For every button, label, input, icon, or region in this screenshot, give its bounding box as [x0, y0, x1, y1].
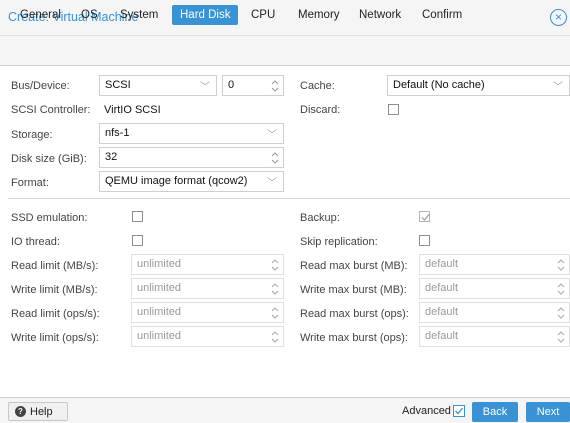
section-divider [8, 198, 570, 199]
scsi-controller-value: VirtIO SCSI [104, 104, 161, 116]
write-burst-ops-placeholder: default [425, 330, 459, 342]
scsi-controller-label: SCSI Controller: [11, 104, 91, 116]
read-burst-mb-label: Read max burst (MB): [300, 260, 408, 272]
read-limit-mb-placeholder: unlimited [137, 258, 182, 270]
discard-label: Discard: [300, 104, 341, 116]
ssd-emulation-label: SSD emulation: [11, 212, 88, 224]
tab-cpu[interactable]: CPU [247, 5, 279, 25]
io-thread-label: IO thread: [11, 236, 60, 248]
checkbox-icon [455, 407, 464, 415]
write-limit-mb-input[interactable]: unlimited [131, 278, 284, 299]
device-index-spinner[interactable]: 0 [222, 75, 284, 96]
tab-confirm[interactable]: Confirm [418, 5, 466, 25]
spinner-icon[interactable] [271, 258, 279, 272]
spinner-icon[interactable] [271, 306, 279, 320]
help-button[interactable]: ? Help [8, 402, 68, 421]
bus-select[interactable]: SCSI ﹀ [99, 75, 217, 96]
discard-checkbox[interactable] [388, 104, 399, 115]
spinner-icon[interactable] [271, 151, 279, 165]
tab-os[interactable]: OS [77, 5, 102, 25]
read-burst-ops-input[interactable]: default [419, 302, 570, 323]
advanced-checkbox[interactable] [453, 405, 465, 417]
bus-select-value: SCSI [105, 79, 131, 91]
format-select[interactable]: QEMU image format (qcow2) ﹀ [99, 171, 284, 192]
spinner-icon[interactable] [557, 258, 565, 272]
ssd-emulation-checkbox[interactable] [132, 211, 143, 222]
device-index-value: 0 [228, 79, 235, 91]
help-icon: ? [15, 406, 26, 417]
write-burst-mb-label: Write max burst (MB): [300, 284, 407, 296]
chevron-down-icon: ﹀ [553, 82, 563, 93]
write-burst-mb-input[interactable]: default [419, 278, 570, 299]
write-limit-mb-label: Write limit (MB/s): [11, 284, 98, 296]
read-burst-mb-placeholder: default [425, 258, 459, 270]
spinner-icon[interactable] [271, 79, 279, 93]
spinner-icon[interactable] [271, 282, 279, 296]
disk-size-spinner[interactable]: 32 [99, 147, 284, 168]
spinner-icon[interactable] [557, 306, 565, 320]
write-burst-ops-input[interactable]: default [419, 326, 570, 347]
tab-system[interactable]: System [116, 5, 162, 25]
close-icon[interactable]: × [550, 9, 567, 26]
io-thread-checkbox[interactable] [132, 235, 143, 246]
read-burst-ops-label: Read max burst (ops): [300, 308, 409, 320]
write-limit-ops-label: Write limit (ops/s): [11, 332, 99, 344]
read-limit-mb-input[interactable]: unlimited [131, 254, 284, 275]
spinner-icon[interactable] [557, 282, 565, 296]
skip-replication-checkbox[interactable] [419, 235, 430, 246]
backup-checkbox[interactable] [419, 211, 430, 222]
tab-network[interactable]: Network [355, 5, 405, 25]
read-burst-mb-input[interactable]: default [419, 254, 570, 275]
write-limit-ops-input[interactable]: unlimited [131, 326, 284, 347]
checkbox-icon [421, 214, 430, 221]
format-select-value: QEMU image format (qcow2) [105, 175, 248, 187]
bus-device-label: Bus/Device: [11, 80, 70, 92]
read-limit-ops-placeholder: unlimited [137, 306, 182, 318]
chevron-down-icon: ﹀ [267, 178, 277, 189]
write-burst-mb-placeholder: default [425, 282, 459, 294]
disk-size-label: Disk size (GiB): [11, 153, 87, 165]
read-burst-ops-placeholder: default [425, 306, 459, 318]
cache-select-value: Default (No cache) [393, 79, 485, 91]
backup-label: Backup: [300, 212, 340, 224]
tab-bar [0, 36, 570, 66]
write-limit-ops-placeholder: unlimited [137, 330, 182, 342]
chevron-down-icon: ﹀ [200, 82, 210, 93]
cache-label: Cache: [300, 80, 335, 92]
storage-select-value: nfs-1 [105, 127, 130, 139]
format-label: Format: [11, 177, 49, 189]
storage-select[interactable]: nfs-1 ﹀ [99, 123, 284, 144]
read-limit-mb-label: Read limit (MB/s): [11, 260, 99, 272]
cache-select[interactable]: Default (No cache) ﹀ [387, 75, 570, 96]
tab-hard-disk[interactable]: Hard Disk [172, 5, 239, 25]
write-burst-ops-label: Write max burst (ops): [300, 332, 408, 344]
tab-memory[interactable]: Memory [294, 5, 344, 25]
spinner-icon[interactable] [557, 330, 565, 344]
write-limit-mb-placeholder: unlimited [137, 282, 182, 294]
storage-label: Storage: [11, 129, 53, 141]
tab-general[interactable]: General [16, 5, 65, 25]
read-limit-ops-label: Read limit (ops/s): [11, 308, 100, 320]
skip-replication-label: Skip replication: [300, 236, 378, 248]
disk-size-value: 32 [105, 151, 118, 163]
advanced-label: Advanced [402, 405, 451, 417]
spinner-icon[interactable] [271, 330, 279, 344]
read-limit-ops-input[interactable]: unlimited [131, 302, 284, 323]
next-button[interactable]: Next [526, 402, 570, 422]
back-button[interactable]: Back [472, 402, 518, 422]
help-button-label: Help [30, 406, 53, 418]
chevron-down-icon: ﹀ [267, 130, 277, 141]
